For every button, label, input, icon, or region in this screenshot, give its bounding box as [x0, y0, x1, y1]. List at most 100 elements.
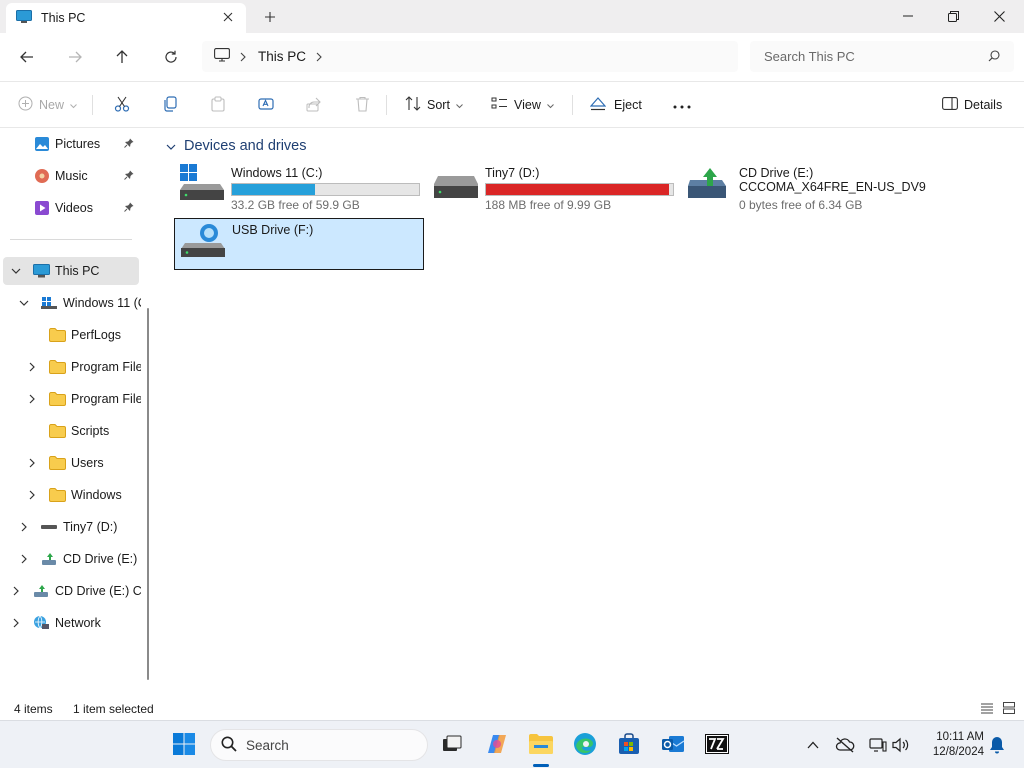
share-button[interactable]	[306, 94, 322, 116]
restore-button[interactable]	[930, 0, 976, 32]
search-box[interactable]	[750, 41, 1014, 72]
chevron-down-icon[interactable]	[9, 264, 23, 278]
chevron-down-icon	[547, 98, 554, 112]
clock-time: 10:11 AM	[936, 731, 984, 743]
nav-item-users[interactable]: Users	[3, 449, 141, 477]
drive-tile-e[interactable]: CD Drive (E:) CCCOMA_X64FRE_EN-US_DV9 0 …	[682, 162, 934, 214]
pin-icon[interactable]	[124, 201, 134, 215]
chevron-down-icon[interactable]	[17, 296, 31, 310]
videos-icon	[34, 200, 50, 216]
nav-item-pictures[interactable]: Pictures	[8, 130, 142, 158]
chevron-right-icon[interactable]	[25, 392, 39, 406]
chevron-down-icon[interactable]	[166, 138, 176, 154]
content-pane: Devices and drives Windows 11 (C:) 33.2 …	[156, 128, 1024, 696]
breadcrumb-separator-icon[interactable]	[240, 52, 246, 62]
nav-item-music[interactable]: Music	[8, 162, 142, 190]
copy-button[interactable]	[162, 94, 178, 116]
nav-item-tiny7-d[interactable]: Tiny7 (D:)	[3, 513, 141, 541]
cd-drive-icon	[688, 166, 728, 203]
share-icon	[306, 96, 322, 115]
command-bar: New Sort View Eject Details	[0, 81, 1024, 128]
cut-button[interactable]	[114, 94, 130, 116]
paste-button[interactable]	[210, 94, 226, 116]
more-options-button[interactable]	[673, 94, 691, 116]
details-button[interactable]: Details	[942, 94, 1002, 116]
tiles-view-icon[interactable]	[1001, 700, 1017, 716]
windows-logo-icon	[173, 732, 195, 758]
chevron-up-icon[interactable]	[803, 735, 823, 755]
sort-button[interactable]: Sort	[405, 94, 463, 116]
cd-drive-icon	[41, 552, 57, 566]
nav-item-perflogs[interactable]: PerfLogs	[3, 321, 141, 349]
edge-button[interactable]	[569, 729, 601, 761]
chevron-right-icon[interactable]	[17, 520, 31, 534]
store-button[interactable]	[613, 729, 645, 761]
outlook-button[interactable]	[657, 729, 689, 761]
paste-icon	[210, 96, 226, 115]
file-explorer-taskbar-button[interactable]	[525, 729, 557, 761]
up-button[interactable]	[110, 45, 134, 69]
chevron-right-icon[interactable]	[25, 456, 39, 470]
breadcrumb-chevron-icon[interactable]	[316, 52, 322, 62]
store-icon	[618, 732, 640, 758]
chevron-right-icon[interactable]	[17, 552, 31, 566]
volume-icon[interactable]	[891, 735, 911, 755]
nav-item-windows[interactable]: Windows	[3, 481, 141, 509]
drive-tile-d[interactable]: Tiny7 (D:) 188 MB free of 9.99 GB	[428, 162, 680, 214]
close-tab-icon[interactable]	[220, 9, 236, 25]
clock[interactable]: 10:11 AM 12/8/2024	[918, 730, 984, 760]
forward-button[interactable]	[63, 45, 87, 69]
task-view-icon	[442, 735, 462, 756]
copilot-button[interactable]	[481, 729, 513, 761]
drive-icon	[434, 174, 478, 203]
back-button[interactable]	[15, 45, 39, 69]
this-pc-icon	[16, 9, 32, 27]
group-header-devices[interactable]: Devices and drives	[166, 138, 307, 154]
pin-icon[interactable]	[124, 137, 134, 151]
new-button[interactable]: New	[18, 94, 77, 116]
pin-icon[interactable]	[124, 169, 134, 183]
copy-icon	[162, 95, 178, 115]
nav-scrollbar[interactable]	[147, 308, 149, 680]
nav-item-this-pc[interactable]: This PC	[3, 257, 139, 285]
chevron-right-icon[interactable]	[9, 616, 23, 630]
view-button[interactable]: View	[491, 94, 554, 116]
rename-button[interactable]	[258, 94, 274, 116]
chevron-right-icon[interactable]	[25, 488, 39, 502]
refresh-button[interactable]	[159, 45, 183, 69]
new-tab-button[interactable]	[260, 8, 280, 26]
folder-icon	[49, 488, 66, 502]
drive-tile-c[interactable]: Windows 11 (C:) 33.2 GB free of 59.9 GB	[174, 162, 426, 214]
details-view-icon[interactable]	[979, 700, 995, 716]
search-input[interactable]	[764, 49, 974, 64]
start-button[interactable]	[168, 729, 200, 761]
eject-button[interactable]: Eject	[589, 94, 642, 116]
nav-item-videos[interactable]: Videos	[8, 194, 142, 222]
chevron-right-icon[interactable]	[25, 360, 39, 374]
tab-this-pc[interactable]: This PC	[6, 3, 246, 33]
delete-button[interactable]	[355, 94, 370, 116]
nav-item-cd-drive-e-nested[interactable]: CD Drive (E:) CCCOMA_X64FRE_EN-US_DV9	[3, 545, 141, 573]
chevron-right-icon[interactable]	[9, 584, 23, 598]
nav-item-cd-drive-e[interactable]: CD Drive (E:) CCCOMA_X64FRE_EN-US_DV9	[3, 577, 141, 605]
status-bar: 4 items 1 item selected	[0, 696, 1024, 720]
nav-item-scripts[interactable]: Scripts	[3, 417, 141, 445]
search-icon	[221, 736, 237, 755]
7zip-button[interactable]	[701, 729, 733, 761]
breadcrumb-this-pc[interactable]: This PC	[258, 49, 306, 64]
minimize-button[interactable]	[885, 0, 931, 32]
nav-item-windows-c[interactable]: Windows 11 (C:)	[3, 289, 141, 317]
outlook-icon	[661, 733, 685, 758]
taskbar-search[interactable]: Search	[210, 729, 428, 761]
drive-tile-f[interactable]: USB Drive (F:)	[174, 218, 424, 270]
close-window-button[interactable]	[976, 0, 1022, 32]
notification-bell-icon[interactable]	[987, 735, 1007, 755]
task-view-button[interactable]	[436, 729, 468, 761]
cloud-offline-icon[interactable]	[835, 735, 855, 755]
nav-item-program-files[interactable]: Program Files	[3, 353, 141, 381]
network-status-icon[interactable]	[868, 735, 888, 755]
divider	[92, 95, 93, 115]
address-bar[interactable]: This PC	[202, 41, 738, 72]
nav-item-program-files-x86[interactable]: Program Files (x86)	[3, 385, 141, 413]
nav-item-network[interactable]: Network	[3, 609, 141, 637]
